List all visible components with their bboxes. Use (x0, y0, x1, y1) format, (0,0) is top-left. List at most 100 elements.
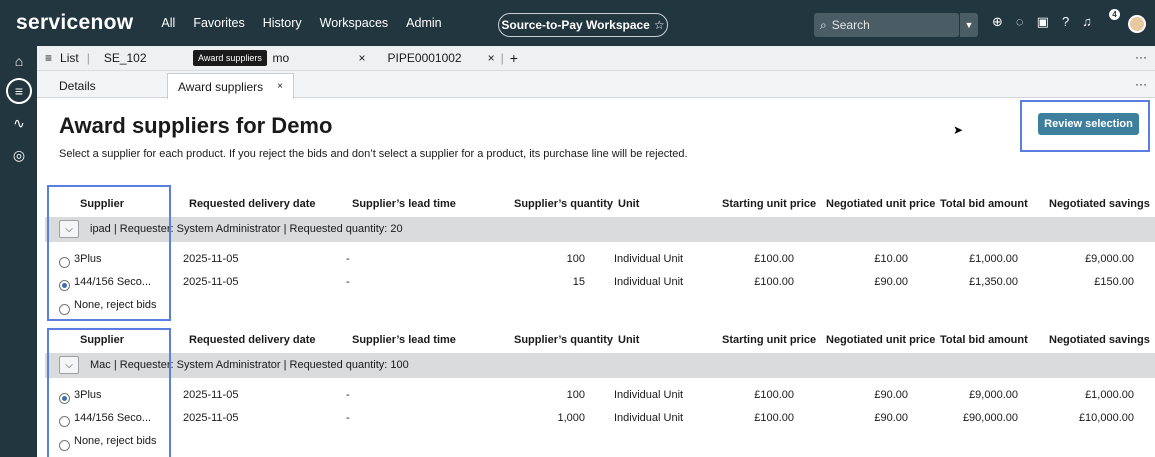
header-unit: Unit (618, 198, 640, 210)
tab-se-102[interactable]: SE_102 (96, 46, 155, 71)
header-starting-price: Starting unit price (722, 198, 817, 210)
search-input[interactable]: ⌕ Search (814, 13, 959, 37)
quantity: 100 (566, 389, 585, 401)
nav-admin[interactable]: Admin (406, 16, 441, 30)
negotiated-price: £90.00 (874, 389, 908, 401)
home-icon[interactable]: ⌂ (10, 52, 28, 70)
notification-badge: 4 (1109, 9, 1120, 20)
unit: Individual Unit (614, 276, 684, 288)
quantity: 15 (572, 276, 585, 288)
header-negotiated-price: Negotiated unit price (826, 198, 936, 210)
header-negotiated-price: Negotiated unit price (826, 334, 936, 346)
total-bid: £90,000.00 (962, 412, 1018, 424)
header-savings: Negotiated savings (1049, 198, 1150, 210)
page-description: Select a supplier for each product. If y… (59, 148, 688, 160)
inbox-icon[interactable]: ▣ (1037, 14, 1049, 30)
servicenow-logo[interactable]: servicenow (16, 11, 133, 35)
negotiated-price: £90.00 (874, 412, 908, 424)
workspace-selector[interactable]: Source-to-Pay Workspace ☆ (498, 13, 668, 37)
unit: Individual Unit (614, 412, 684, 424)
quantity: 1,000 (557, 412, 585, 424)
tab-list-label: List (60, 51, 79, 65)
savings: £150.00 (1094, 276, 1134, 288)
header-quantity: Supplier’s quantity (514, 334, 614, 346)
header-lead-time: Supplier’s lead time (352, 334, 456, 346)
analytics-icon[interactable]: ∿ (10, 114, 28, 132)
list-icon[interactable]: ≡ (6, 78, 32, 104)
record-tab-bar: Details Award suppliers × ··· (37, 71, 1155, 99)
tab-pipe-label: PIPE0001002 (387, 51, 462, 65)
tab-details-label: Details (59, 78, 96, 93)
top-navigation: servicenow All Favorites History Workspa… (0, 0, 1155, 46)
delivery-date: 2025-11-05 (183, 389, 239, 401)
tab-demo-label: mo (272, 51, 290, 65)
header-delivery-date: Requested delivery date (189, 198, 316, 210)
left-rail: ⌂ ≡ ∿ ◎ (0, 46, 37, 457)
review-selection-button[interactable]: Review selection (1038, 113, 1139, 135)
header-unit: Unit (618, 334, 640, 346)
starting-price: £100.00 (754, 253, 794, 265)
header-total-bid: Total bid amount (940, 334, 1028, 346)
nav-favorites[interactable]: Favorites (193, 16, 244, 30)
header-quantity: Supplier’s quantity (514, 198, 614, 210)
tab-details[interactable]: Details (49, 73, 106, 98)
nav-history[interactable]: History (263, 16, 302, 30)
chat-icon[interactable]: ◌ (1016, 14, 1024, 30)
more-icon[interactable]: ··· (1135, 77, 1147, 91)
delivery-date: 2025-11-05 (183, 253, 239, 265)
savings: £1,000.00 (1085, 389, 1134, 401)
header-delivery-date: Requested delivery date (189, 334, 316, 346)
tab-demo[interactable]: mo (265, 46, 355, 71)
bell-icon[interactable]: ♫ (1082, 14, 1092, 30)
supplier-highlight-frame (47, 328, 171, 457)
lead-time: - (346, 412, 350, 424)
help-icon[interactable]: ? (1062, 14, 1069, 30)
add-tab-icon[interactable]: + (510, 50, 518, 66)
lead-time: - (346, 253, 350, 265)
header-starting-price: Starting unit price (722, 334, 817, 346)
search-icon: ⌕ (820, 17, 827, 32)
tab-award-label: Award suppliers (178, 79, 264, 94)
workspace-label: Source-to-Pay Workspace (501, 18, 650, 32)
supplier-highlight-frame (47, 185, 171, 321)
menu-icon: ≡ (45, 51, 53, 65)
group-row-ipad: ⌵ ipad | Requester: System Administrator… (45, 217, 1155, 242)
negotiated-price: £90.00 (874, 276, 908, 288)
nav-workspaces[interactable]: Workspaces (320, 16, 389, 30)
savings: £9,000.00 (1085, 253, 1134, 265)
tab-award-suppliers[interactable]: Award suppliers × (167, 73, 294, 99)
header-total-bid: Total bid amount (940, 198, 1028, 210)
unit: Individual Unit (614, 253, 684, 265)
nav-all[interactable]: All (161, 16, 175, 30)
tab-tooltip: Award suppliers (193, 50, 267, 66)
star-icon[interactable]: ☆ (654, 18, 665, 32)
total-bid: £1,000.00 (969, 253, 1018, 265)
dashboard-icon[interactable]: ◎ (10, 146, 28, 164)
tab-list[interactable]: ≡ List (37, 46, 87, 71)
close-icon[interactable]: × (488, 51, 495, 65)
total-bid: £1,350.00 (969, 276, 1018, 288)
total-bid: £9,000.00 (969, 389, 1018, 401)
header-lead-time: Supplier’s lead time (352, 198, 456, 210)
negotiated-price: £10.00 (874, 253, 908, 265)
savings: £10,000.00 (1078, 412, 1134, 424)
lead-time: - (346, 389, 350, 401)
delivery-date: 2025-11-05 (183, 412, 239, 424)
search-dropdown-icon[interactable]: ▼ (960, 13, 978, 37)
close-icon[interactable]: × (359, 51, 366, 65)
header-savings: Negotiated savings (1049, 334, 1150, 346)
avatar[interactable] (1128, 15, 1146, 33)
close-icon[interactable]: × (277, 81, 283, 92)
quantity: 100 (566, 253, 585, 265)
search-placeholder: Search (831, 18, 870, 32)
globe-icon[interactable]: ⊕ (992, 14, 1003, 30)
tab-pipe[interactable]: PIPE0001002 (380, 46, 470, 71)
starting-price: £100.00 (754, 276, 794, 288)
more-icon[interactable]: ··· (1135, 50, 1147, 64)
group-row-mac: ⌵ Mac | Requester: System Administrator … (45, 353, 1155, 378)
lead-time: - (346, 276, 350, 288)
starting-price: £100.00 (754, 389, 794, 401)
delivery-date: 2025-11-05 (183, 276, 239, 288)
page-title: Award suppliers for Demo (59, 113, 333, 138)
tab-se-102-label: SE_102 (103, 51, 147, 65)
